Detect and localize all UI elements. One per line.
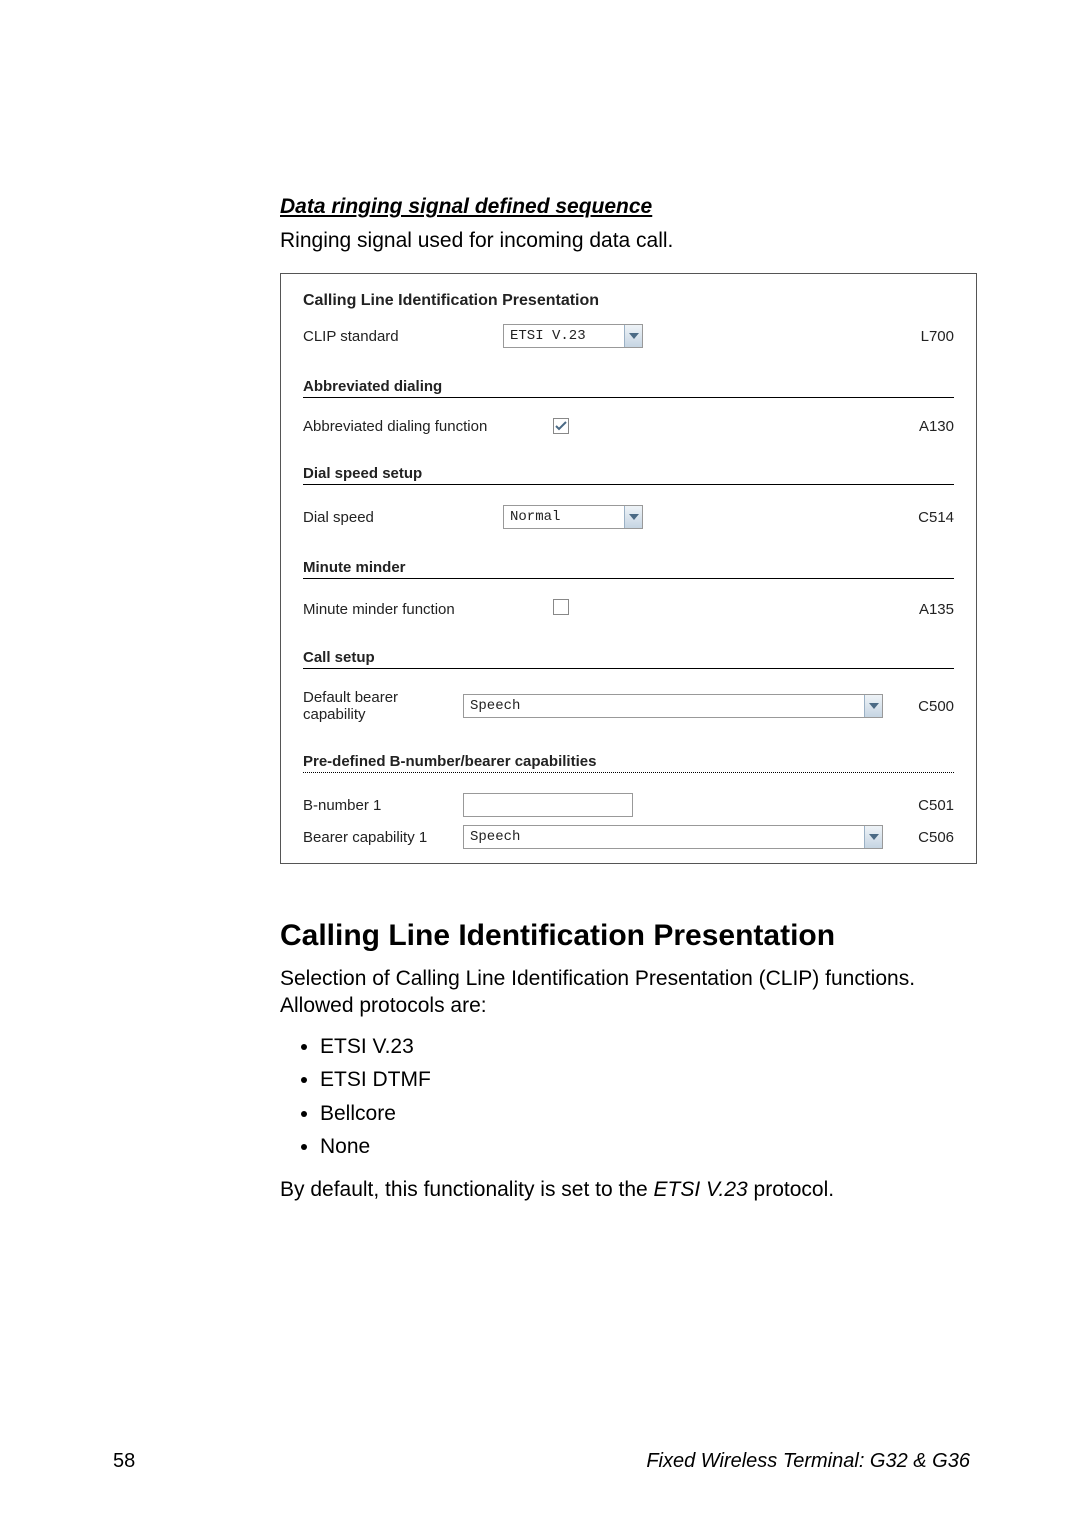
bcap-label: Bearer capability 1 <box>303 829 463 846</box>
bcap-code: C506 <box>910 829 954 846</box>
bnum-code: C501 <box>904 797 954 814</box>
group-minute: Minute minder <box>303 559 954 579</box>
list-item: ETSI V.23 <box>320 1030 970 1064</box>
chevron-down-icon[interactable] <box>864 695 882 717</box>
bcap-select[interactable]: Speech <box>463 825 883 849</box>
page-content: Data ringing signal defined sequence Rin… <box>0 0 1080 1203</box>
abbrev-code: A130 <box>904 418 954 435</box>
chevron-down-icon[interactable] <box>864 826 882 848</box>
chevron-down-icon[interactable] <box>624 325 642 347</box>
row-clip-standard: CLIP standard ETSI V.23 L700 <box>303 324 954 348</box>
bearer-select[interactable]: Speech <box>463 694 883 718</box>
bearer-code: C500 <box>910 698 954 715</box>
page-number: 58 <box>113 1450 135 1473</box>
page-footer: 58 Fixed Wireless Terminal: G32 & G36 <box>0 1450 1080 1473</box>
minute-label: Minute minder function <box>303 601 503 618</box>
doc-title: Fixed Wireless Terminal: G32 & G36 <box>646 1450 970 1473</box>
heading-clip: Calling Line Identification Presentation <box>280 919 970 953</box>
row-abbrev: Abbreviated dialing function A130 <box>303 418 954 435</box>
clip-label: CLIP standard <box>303 328 503 345</box>
row-dialspeed: Dial speed Normal C514 <box>303 505 954 529</box>
list-item: None <box>320 1130 970 1164</box>
section-desc: Ringing signal used for incoming data ca… <box>280 229 970 253</box>
clip-code: L700 <box>904 328 954 345</box>
group-dialspeed: Dial speed setup <box>303 465 954 485</box>
row-bnum: B-number 1 C501 <box>303 793 954 817</box>
group-predef: Pre-defined B-number/bearer capabilities <box>303 753 954 773</box>
group-callsetup: Call setup <box>303 649 954 669</box>
bnum-input[interactable] <box>463 793 633 817</box>
row-bearer: Default bearer capability Speech C500 <box>303 689 954 723</box>
list-item: Bellcore <box>320 1097 970 1131</box>
form-title: Calling Line Identification Presentation <box>303 292 954 310</box>
row-minute: Minute minder function A135 <box>303 599 954 619</box>
protocol-list: ETSI V.23 ETSI DTMF Bellcore None <box>320 1030 970 1164</box>
para2-post: protocol. <box>748 1178 834 1201</box>
bcap-value: Speech <box>464 829 526 845</box>
bnum-label: B-number 1 <box>303 797 463 814</box>
section-title: Data ringing signal defined sequence <box>280 195 970 219</box>
bearer-value: Speech <box>464 698 526 714</box>
clip-select[interactable]: ETSI V.23 <box>503 324 643 348</box>
abbrev-label: Abbreviated dialing function <box>303 418 503 435</box>
para-intro: Selection of Calling Line Identification… <box>280 965 970 1020</box>
chevron-down-icon[interactable] <box>624 506 642 528</box>
list-item: ETSI DTMF <box>320 1063 970 1097</box>
abbrev-checkbox[interactable] <box>553 418 569 434</box>
dialspeed-code: C514 <box>904 509 954 526</box>
clip-value: ETSI V.23 <box>504 328 592 344</box>
dialspeed-select[interactable]: Normal <box>503 505 643 529</box>
dialspeed-value: Normal <box>504 509 566 525</box>
group-abbrev: Abbreviated dialing <box>303 378 954 398</box>
bearer-label: Default bearer capability <box>303 689 463 723</box>
minute-checkbox[interactable] <box>553 599 569 615</box>
minute-code: A135 <box>904 601 954 618</box>
dialspeed-label: Dial speed <box>303 509 503 526</box>
para2-em: ETSI V.23 <box>654 1178 748 1201</box>
para-default: By default, this functionality is set to… <box>280 1176 970 1203</box>
para2-pre: By default, this functionality is set to… <box>280 1178 654 1201</box>
form-panel: Calling Line Identification Presentation… <box>280 273 977 864</box>
row-bcap: Bearer capability 1 Speech C506 <box>303 825 954 849</box>
